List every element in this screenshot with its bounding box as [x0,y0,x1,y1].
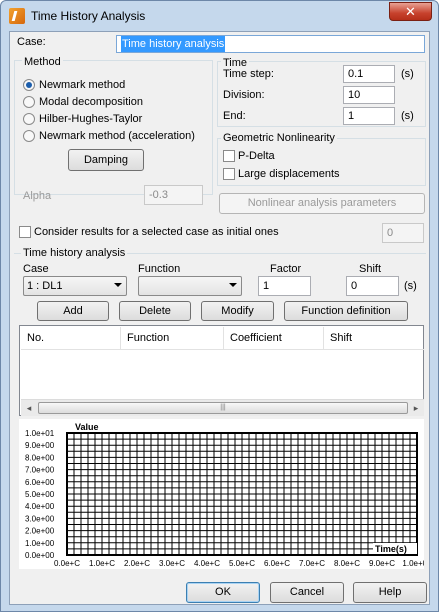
functions-table[interactable]: No. Function Coefficient Shift ◂ ||| ▸ [19,325,424,416]
y-tick-label: 6.0e+00 [25,478,55,487]
tha-factor-label: Factor [270,263,302,275]
y-tick-label: 7.0e+00 [25,466,55,475]
delete-button[interactable]: Delete [119,301,191,321]
tha-shift-label: Shift [359,263,382,275]
time-step-field[interactable]: 0.1 [343,65,395,83]
x-tick-label: 4.0e+C [194,559,220,568]
close-button[interactable]: ✕ [389,2,432,21]
y-tick-label: 1.0e+01 [25,429,55,438]
column-header-shift[interactable]: Shift [324,327,424,349]
modify-button[interactable]: Modify [201,301,274,321]
y-tick-label: 4.0e+00 [25,502,55,511]
tha-function-label: Function [138,263,181,275]
damping-button[interactable]: Damping [68,149,144,171]
y-tick-label: 1.0e+00 [25,539,55,548]
initial-results-label[interactable]: Consider results for a selected case as … [34,226,279,238]
y-tick-label: 0.0e+00 [25,551,55,560]
tha-function-select[interactable] [138,276,242,296]
radio-modal-decomposition[interactable] [23,96,35,108]
tha-case-select[interactable]: 1 : DL1 [23,276,127,296]
y-tick-label: 3.0e+00 [25,514,55,523]
x-tick-label: 6.0e+C [264,559,290,568]
x-tick-label: 1.0e+01 [402,559,424,568]
nonlinear-params-button[interactable]: Nonlinear analysis parameters [219,193,425,214]
y-tick-label: 9.0e+00 [25,441,55,450]
end-field[interactable]: 1 [343,107,395,125]
x-tick-label: 8.0e+C [334,559,360,568]
hilber-hughes-taylor-label[interactable]: Hilber-Hughes-Taylor [39,113,142,125]
time-history-chart: 0.0e+00 1.0e+00 2.0e+00 3.0e+00 4.0e+00 5.0e+… [19,419,432,569]
dialog-body: Case: Time history analysis Method Newma… [9,31,432,605]
tha-case-label: Case [23,263,49,275]
x-tick-label: 2.0e+C [124,559,150,568]
cancel-button[interactable]: Cancel [270,582,344,603]
time-step-label: Time step: [223,68,274,80]
initial-results-checkbox[interactable] [19,226,31,238]
alpha-label: Alpha [23,190,52,202]
y-tick-label: 2.0e+00 [25,527,55,536]
chevron-down-icon [114,283,122,287]
help-button[interactable]: Help [353,582,427,603]
scroll-right-icon[interactable]: ▸ [410,402,422,414]
newmark-acceleration-label[interactable]: Newmark method (acceleration) [39,130,195,142]
x-tick-label: 9.0e+C [369,559,395,568]
x-tick-label: 7.0e+C [299,559,325,568]
x-tick-label: 0.0e+C [54,559,80,568]
end-unit: (s) [401,110,414,122]
x-tick-label: 3.0e+C [159,559,185,568]
y-tick-label: 5.0e+00 [25,490,55,499]
modal-decomposition-label[interactable]: Modal decomposition [39,96,143,108]
chart-svg: 0.0e+00 1.0e+00 2.0e+00 3.0e+00 4.0e+00 5.0e+… [25,421,432,568]
x-tick-label: 1.0e+C [89,559,115,568]
case-name-field[interactable]: Time history analysis [116,35,425,53]
p-delta-label[interactable]: P-Delta [238,150,275,162]
initial-case-field[interactable]: 0 [382,223,424,243]
large-displacements-label[interactable]: Large displacements [238,168,340,180]
time-history-title: Time history analysis [21,247,128,259]
window-title: Time History Analysis [31,9,146,23]
column-header-coefficient[interactable]: Coefficient [224,327,324,349]
horizontal-scrollbar[interactable]: ◂ ||| ▸ [21,399,424,416]
ok-button[interactable]: OK [186,582,260,603]
end-label: End: [223,110,246,122]
radio-newmark-method[interactable] [23,79,35,91]
function-definition-button[interactable]: Function definition [284,301,408,321]
scroll-left-icon[interactable]: ◂ [23,402,35,414]
division-label: Division: [223,89,265,101]
division-field[interactable]: 10 [343,86,395,104]
dialog-window: Time History Analysis ✕ Case: Time histo… [0,0,439,612]
newmark-method-label[interactable]: Newmark method [39,79,125,91]
radio-newmark-acceleration[interactable] [23,130,35,142]
large-displacements-checkbox[interactable] [223,168,235,180]
case-name-value: Time history analysis [121,36,226,52]
geometric-nonlinearity-title: Geometric Nonlinearity [221,132,337,144]
header-divider [21,349,424,350]
column-header-function[interactable]: Function [121,327,224,349]
add-button[interactable]: Add [37,301,109,321]
p-delta-checkbox[interactable] [223,150,235,162]
method-title: Method [22,56,63,68]
x-tick-label: 5.0e+C [229,559,255,568]
tha-case-value: 1 : DL1 [27,280,63,292]
radio-hilber-hughes-taylor[interactable] [23,113,35,125]
y-tick-label: 8.0e+00 [25,453,55,462]
tha-shift-field[interactable]: 0 [346,276,399,296]
title-bar: Time History Analysis ✕ [1,1,438,31]
case-label: Case: [17,36,46,48]
chevron-down-icon [229,283,237,287]
column-header-no[interactable]: No. [21,327,121,349]
scroll-thumb[interactable]: ||| [38,402,408,414]
tha-factor-field[interactable]: 1 [258,276,311,296]
tha-shift-unit: (s) [404,280,417,292]
x-axis-label: Time(s) [375,544,407,554]
y-axis-label: Value [75,422,99,432]
app-logo-icon [9,8,25,24]
alpha-field[interactable]: -0.3 [144,185,203,205]
time-step-unit: (s) [401,68,414,80]
